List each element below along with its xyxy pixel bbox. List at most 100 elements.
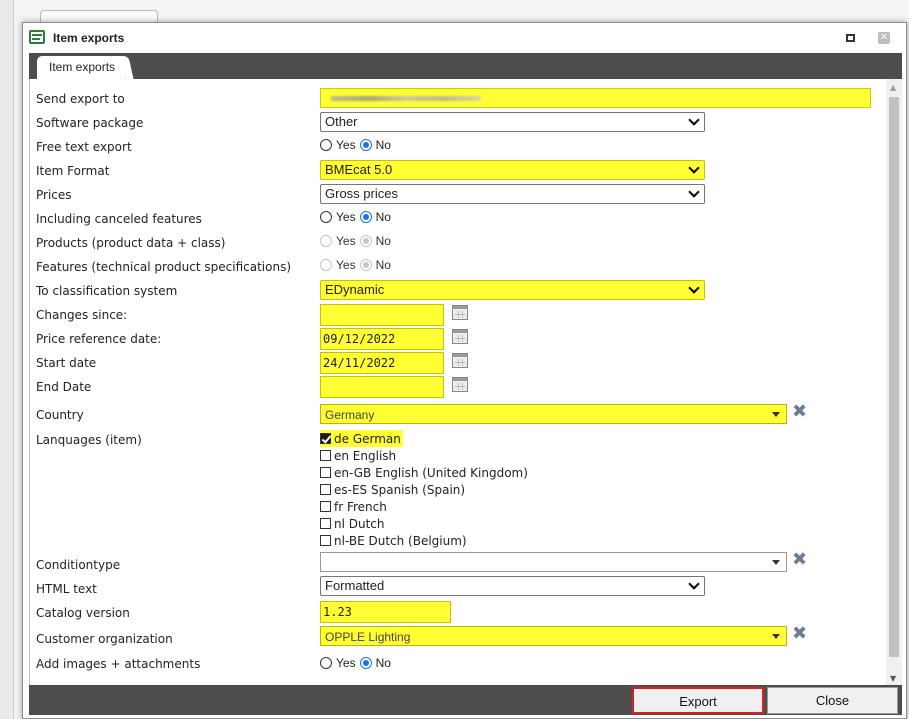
- language-option-es-es[interactable]: es-ES Spanish (Spain): [320, 481, 465, 498]
- form-content: Send export to Software package Other Fr…: [29, 79, 902, 685]
- software-package-label: Software package: [36, 116, 144, 130]
- features-no-label: No: [375, 258, 391, 272]
- calendar-icon[interactable]: [452, 377, 468, 392]
- item-exports-dialog: Item exports ✕ Item exports Send export …: [22, 22, 907, 719]
- scrollbar-thumb[interactable]: [889, 97, 899, 657]
- html-text-select[interactable]: Formatted: [320, 576, 705, 596]
- free-text-no-radio[interactable]: [359, 139, 372, 151]
- send-export-to-input[interactable]: [320, 88, 871, 108]
- chevron-down-icon: [690, 577, 698, 591]
- conditiontype-label: Conditiontype: [36, 558, 121, 572]
- free-text-yes-label: Yes: [336, 138, 356, 152]
- start-date-input[interactable]: 24/11/2022: [320, 352, 444, 374]
- row-customer-org: Customer organization OPPLE Lighting ✖: [30, 624, 880, 647]
- calendar-icon[interactable]: [452, 305, 468, 320]
- features-yes-radio: [320, 259, 332, 271]
- add-images-yes-radio[interactable]: [320, 657, 332, 669]
- send-export-to-label: Send export to: [36, 92, 125, 106]
- row-price-reference-date: Price reference date: 09/12/2022: [30, 327, 880, 351]
- close-icon[interactable]: ✕: [878, 32, 890, 44]
- features-no-radio: [359, 259, 372, 271]
- checkbox-icon[interactable]: [320, 433, 331, 444]
- row-products: Products (product data + class) Yes No: [30, 231, 880, 253]
- add-images-radios: Yes No: [320, 654, 391, 670]
- language-es-es-label: es-ES Spanish (Spain): [334, 482, 466, 497]
- checkbox-icon[interactable]: [320, 484, 331, 495]
- clear-icon[interactable]: ✖: [792, 624, 807, 644]
- price-reference-date-input[interactable]: 09/12/2022: [320, 328, 444, 350]
- item-format-label: Item Format: [36, 164, 110, 178]
- country-combo[interactable]: Germany: [320, 404, 787, 424]
- software-package-select[interactable]: Other: [320, 112, 705, 132]
- row-free-text-export: Free text export Yes No: [30, 135, 880, 157]
- classification-value: EDynamic: [325, 282, 385, 297]
- add-images-no-radio[interactable]: [359, 657, 372, 669]
- free-text-export-label: Free text export: [36, 140, 132, 154]
- conditiontype-combo[interactable]: [320, 552, 787, 572]
- row-software-package: Software package Other: [30, 111, 880, 133]
- languages-label: Lanquages (item): [36, 433, 142, 447]
- row-languages: Lanquages (item) de German en English en…: [30, 429, 880, 571]
- prices-select[interactable]: Gross prices: [320, 184, 705, 204]
- scroll-up-icon[interactable]: ▲: [890, 83, 896, 92]
- dropdown-arrow-icon: [772, 634, 780, 639]
- row-end-date: End Date: [30, 375, 880, 399]
- products-yes-label: Yes: [336, 234, 356, 248]
- maximize-icon[interactable]: [846, 34, 855, 42]
- catalog-version-input[interactable]: 1.23: [320, 601, 451, 623]
- row-catalog-version: Catalog version 1.23: [30, 599, 880, 623]
- html-text-label: HTML text: [36, 582, 97, 596]
- row-classification: To classification system EDynamic: [30, 279, 880, 301]
- software-package-value: Other: [325, 114, 358, 129]
- checkbox-icon[interactable]: [320, 535, 331, 546]
- language-de-label: de German: [334, 431, 401, 446]
- free-text-yes-radio[interactable]: [320, 139, 332, 151]
- scroll-down-icon[interactable]: ▼: [890, 674, 896, 683]
- vertical-scrollbar[interactable]: ▲ ▼: [886, 79, 902, 685]
- canceled-yes-radio[interactable]: [320, 211, 332, 223]
- country-label: Country: [36, 408, 84, 422]
- language-option-en-gb[interactable]: en-GB English (United Kingdom): [320, 464, 528, 481]
- row-html-text: HTML text Formatted: [30, 575, 880, 597]
- canceled-no-radio[interactable]: [359, 211, 372, 223]
- language-option-en[interactable]: en English: [320, 447, 396, 464]
- customer-org-value: OPPLE Lighting: [325, 630, 411, 644]
- products-label: Products (product data + class): [36, 236, 226, 250]
- checkbox-icon[interactable]: [320, 450, 331, 461]
- close-button[interactable]: Close: [767, 687, 898, 714]
- products-no-label: No: [375, 234, 391, 248]
- language-en-gb-label: en-GB English (United Kingdom): [334, 465, 528, 480]
- language-option-nl[interactable]: nl Dutch: [320, 515, 385, 532]
- checkbox-icon[interactable]: [320, 518, 331, 529]
- customer-org-label: Customer organization: [36, 632, 173, 646]
- chevron-down-icon: [690, 161, 698, 175]
- end-date-label: End Date: [36, 380, 92, 394]
- free-text-export-radios: Yes No: [320, 136, 391, 152]
- dropdown-arrow-icon: [772, 412, 780, 417]
- language-option-de[interactable]: de German: [320, 430, 403, 447]
- clear-icon[interactable]: ✖: [792, 402, 807, 422]
- language-option-fr[interactable]: fr French: [320, 498, 387, 515]
- form-icon: [29, 30, 45, 44]
- checkbox-icon[interactable]: [320, 467, 331, 478]
- changes-since-input[interactable]: [320, 304, 444, 326]
- export-button[interactable]: Export: [632, 687, 764, 714]
- customer-org-combo[interactable]: OPPLE Lighting: [320, 626, 787, 646]
- calendar-icon[interactable]: [452, 353, 468, 368]
- add-images-label: Add images + attachments: [36, 657, 201, 671]
- checkbox-icon[interactable]: [320, 501, 331, 512]
- including-canceled-label: Including canceled features: [36, 212, 202, 226]
- canceled-no-label: No: [375, 210, 391, 224]
- row-add-images: Add images + attachments Yes No: [30, 650, 880, 672]
- end-date-input[interactable]: [320, 376, 444, 398]
- calendar-icon[interactable]: [452, 329, 468, 344]
- item-format-value: BMEcat 5.0: [325, 162, 393, 177]
- tab-item-exports[interactable]: Item exports: [37, 56, 126, 79]
- item-format-select[interactable]: BMEcat 5.0: [320, 160, 705, 180]
- country-value: Germany: [325, 408, 375, 422]
- products-no-radio: [359, 235, 372, 247]
- classification-select[interactable]: EDynamic: [320, 280, 705, 300]
- clear-icon[interactable]: ✖: [792, 550, 807, 570]
- language-option-nl-be[interactable]: nl-BE Dutch (Belgium): [320, 532, 467, 549]
- tab-bar: Item exports: [29, 53, 902, 79]
